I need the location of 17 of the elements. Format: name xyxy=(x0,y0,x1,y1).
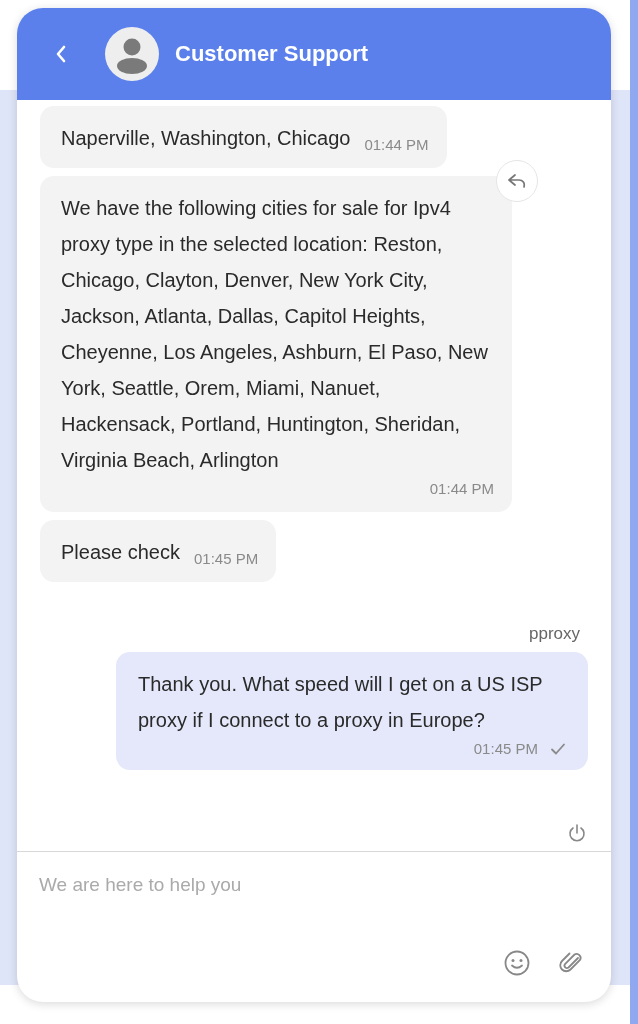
reply-button[interactable] xyxy=(496,160,538,202)
chat-title: Customer Support xyxy=(175,41,369,67)
message-time: 01:45 PM xyxy=(193,549,259,569)
message-text: Please check xyxy=(61,540,180,565)
emoji-icon[interactable] xyxy=(504,950,530,976)
back-icon[interactable] xyxy=(55,44,67,64)
message-time: 01:44 PM xyxy=(364,135,429,155)
reply-icon xyxy=(507,173,527,189)
message-text: Naperville, Washington, Chicago xyxy=(61,126,351,151)
message-input[interactable]: We are here to help you xyxy=(17,852,611,950)
message-time: 01:44 PM xyxy=(429,479,494,499)
power-icon[interactable] xyxy=(567,823,587,843)
avatar-icon xyxy=(105,27,159,81)
message-text: We have the following cities for sale for Ipv4 proxy type in the selected location: Reston, Chicago, Clayton, Denver, New York City, Jackson, Atlanta, Dallas, Capitol Heights, Cheyenne, Los Angeles, Ashburn, El Paso, New York, Seattle, Orem, Miami, Nanuet, Hackensack, Portland, Huntington, Sheridan, Virginia Beach, Arlington xyxy=(61,196,489,473)
sender-name: pproxy xyxy=(528,624,580,644)
message-time: 01:45 PM xyxy=(473,739,538,759)
message-text: Thank you. What speed will I get on a US ISP proxy if I connect to a proxy in Europe? xyxy=(138,672,544,733)
